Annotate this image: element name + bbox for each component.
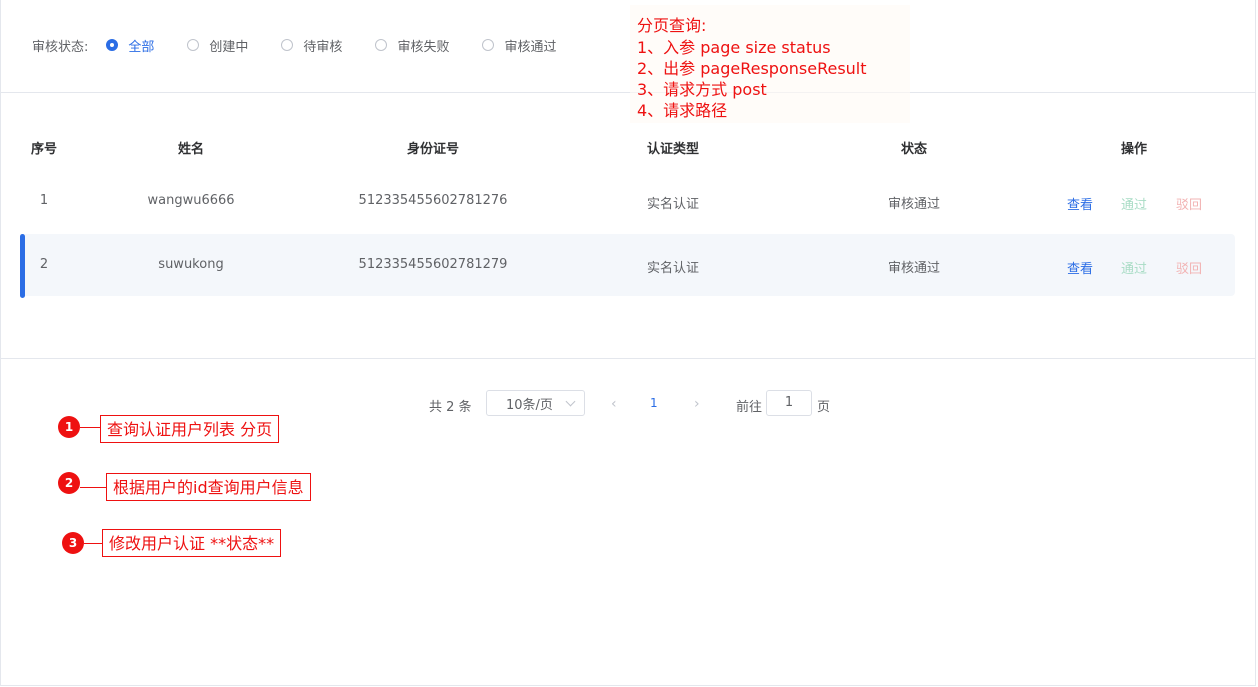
cell-id-number: 512335455602781279 (358, 257, 508, 272)
column-header-auth-type: 认证类型 (646, 142, 700, 157)
annotation-label: 根据用户的id查询用户信息 (106, 473, 311, 501)
cell-auth-type: 实名认证 (646, 261, 700, 276)
page-size-select[interactable]: 10条/页 (486, 390, 585, 416)
cell-name: wangwu6666 (147, 193, 235, 208)
approve-button[interactable]: 通过 (1121, 258, 1147, 277)
selection-indicator (20, 234, 25, 298)
chevron-down-icon (565, 396, 576, 407)
cell-auth-type: 实名认证 (646, 197, 700, 212)
view-button[interactable]: 查看 (1067, 194, 1093, 213)
annotation-number-badge: 1 (58, 416, 80, 438)
view-button[interactable]: 查看 (1067, 258, 1093, 277)
column-header-status: 状态 (900, 142, 928, 157)
radio-label: 审核失败 (397, 39, 450, 55)
cell-index: 1 (39, 193, 49, 208)
annotation-connector (84, 543, 102, 544)
cell-id-number: 512335455602781276 (358, 193, 508, 208)
pagination-total: 共 2 条 (429, 400, 472, 415)
radio-all[interactable]: 全部 (106, 36, 154, 55)
radio-label: 创建中 (209, 39, 249, 55)
annotation-label: 修改用户认证 **状态** (102, 529, 282, 557)
note-line: 4、请求路径 (637, 101, 728, 120)
radio-checked-icon (106, 39, 119, 51)
radio-unchecked-icon (375, 39, 388, 51)
status-filter: 审核状态: 全部 创建中 待审核 审核失败 审核通过 (32, 34, 589, 56)
column-header-id-number: 身份证号 (406, 142, 460, 157)
radio-unchecked-icon (281, 39, 294, 51)
next-page-icon[interactable]: › (694, 396, 700, 412)
annotation-label: 查询认证用户列表 分页 (100, 415, 280, 443)
annotation-connector (80, 427, 100, 428)
cell-name: suwukong (158, 257, 224, 272)
radio-unchecked-icon (187, 39, 200, 51)
divider (1, 358, 1256, 359)
page-number-current[interactable]: 1 (650, 396, 658, 410)
radio-failed[interactable]: 审核失败 (375, 36, 449, 55)
page-frame (0, 0, 1256, 686)
column-header-index: 序号 (30, 142, 58, 157)
radio-approved[interactable]: 审核通过 (482, 36, 556, 55)
filter-label: 审核状态: (32, 39, 89, 55)
divider (1, 92, 1256, 93)
goto-page-input[interactable]: 1 (766, 390, 812, 416)
reject-button[interactable]: 驳回 (1176, 194, 1202, 213)
annotation-number-badge: 2 (58, 472, 80, 494)
radio-pending[interactable]: 待审核 (281, 36, 342, 55)
cell-status: 审核通过 (887, 261, 941, 276)
prev-page-icon[interactable]: ‹ (611, 396, 617, 412)
radio-creating[interactable]: 创建中 (187, 36, 248, 55)
reject-button[interactable]: 驳回 (1176, 258, 1202, 277)
radio-label: 审核通过 (504, 39, 557, 55)
column-header-name: 姓名 (177, 142, 205, 157)
goto-label: 前往 (736, 400, 763, 415)
page-size-value: 10条/页 (506, 397, 553, 413)
radio-unchecked-icon (482, 39, 495, 51)
radio-label: 待审核 (303, 39, 343, 55)
column-header-actions: 操作 (1120, 142, 1148, 157)
annotation-connector (80, 487, 106, 488)
cell-index: 2 (39, 257, 49, 272)
note-line: 分页查询: (637, 16, 707, 35)
cell-status: 审核通过 (887, 197, 941, 212)
approve-button[interactable]: 通过 (1121, 194, 1147, 213)
radio-label: 全部 (128, 39, 155, 55)
goto-suffix: 页 (817, 400, 831, 415)
annotation-number-badge: 3 (62, 532, 84, 554)
